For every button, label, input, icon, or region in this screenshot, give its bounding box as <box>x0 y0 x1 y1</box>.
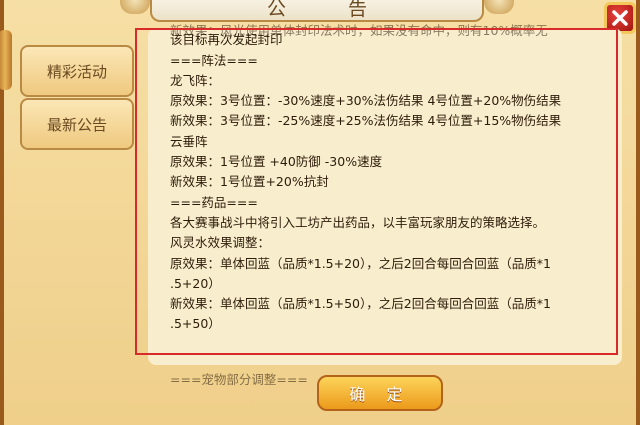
announcement-line: .5+20） <box>170 275 221 291</box>
tab-events[interactable]: 精彩活动 <box>20 45 134 97</box>
announcement-line: .5+50） <box>170 316 221 332</box>
announcement-line: ===药品=== <box>170 194 258 210</box>
announcement-line: 云垂阵 <box>170 133 208 149</box>
dialog-title: 公 告 <box>266 0 396 20</box>
announcement-line: 原效果：1号位置 +40防御 -30%速度 <box>170 154 383 170</box>
close-icon <box>611 9 629 27</box>
announcement-line: 龙飞阵： <box>170 72 221 88</box>
frame-ornament <box>0 30 12 90</box>
announcement-line: 新效果：单体回蓝（品质*1.5+50），之后2回合每回合回蓝（品质*1 <box>170 296 551 312</box>
announcement-line: 新效果：1号位置+20%抗封 <box>170 174 329 190</box>
tab-events-label: 精彩活动 <box>46 62 107 81</box>
announcement-line: 新效果：3号位置：-25%速度+25%法伤结果 4号位置+15%物伤结果 <box>170 113 562 129</box>
title-banner: 公 告 <box>120 0 514 22</box>
confirm-button[interactable]: 确 定 <box>317 375 443 411</box>
tab-latest-announcement[interactable]: 最新公告 <box>20 98 134 150</box>
announcement-text: 新效果：风光使用单体封印法术时，如果没有命中，则有10%概率无 该目标再次发起封… <box>170 23 610 387</box>
announcement-line: 原效果：3号位置：-30%速度+30%法伤结果 4号位置+20%物伤结果 <box>170 93 562 109</box>
tab-latest-announcement-label: 最新公告 <box>46 115 107 134</box>
announcement-line: ===宠物部分调整=== <box>170 372 308 387</box>
announcement-line: ===阵法=== <box>170 52 258 68</box>
announcement-line: 原效果：单体回蓝（品质*1.5+20），之后2回合每回合回蓝（品质*1 <box>170 255 551 271</box>
announcement-line: 各大赛事战斗中将引入工坊产出药品，以丰富玩家朋友的策略选择。 <box>170 214 546 230</box>
announcement-line: 风灵水效果调整： <box>170 235 271 251</box>
confirm-button-label: 确 定 <box>349 385 411 404</box>
announcement-line: 新效果：风光使用单体封印法术时，如果没有命中，则有10%概率无 <box>170 23 548 38</box>
